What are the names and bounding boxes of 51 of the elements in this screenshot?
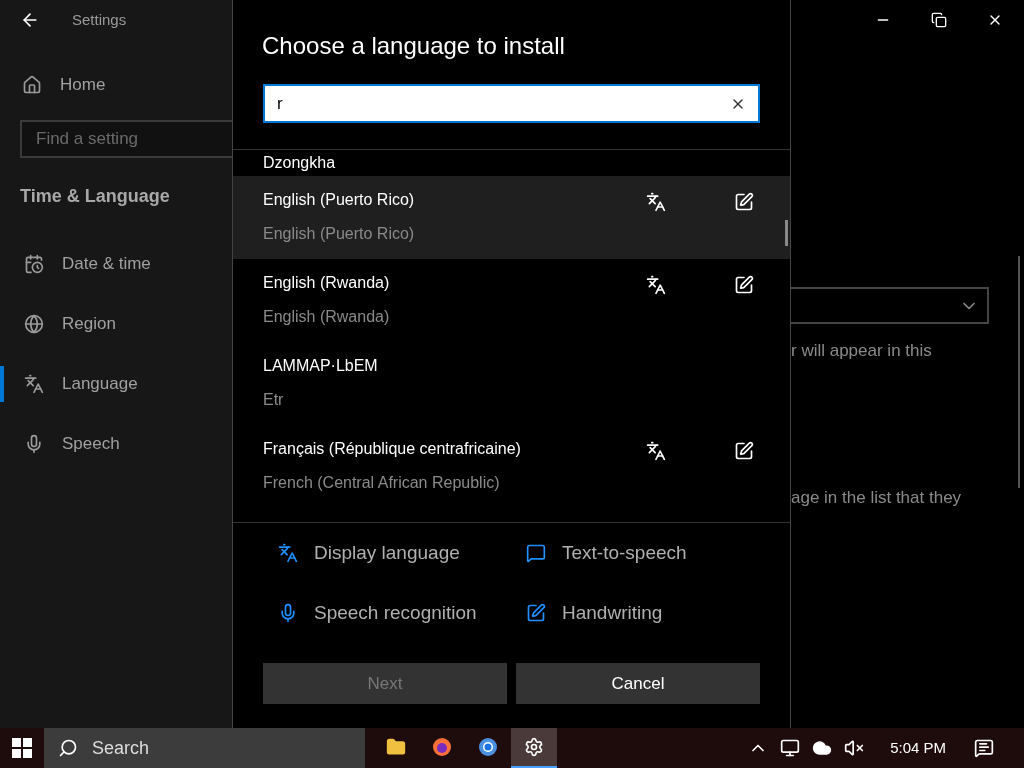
language-english-name: French (Central African Republic) bbox=[263, 473, 501, 493]
speech-bubble-icon bbox=[526, 543, 546, 564]
language-english-name: English (Puerto Rico) bbox=[263, 224, 416, 244]
taskbar-search-field[interactable]: Search bbox=[44, 728, 365, 768]
feature-label: Handwriting bbox=[562, 600, 663, 625]
section-heading: Time & Language bbox=[19, 184, 171, 208]
pen-icon bbox=[526, 602, 546, 623]
browser-circle-icon bbox=[478, 737, 498, 757]
taskbar-app[interactable] bbox=[511, 728, 557, 768]
language-english-name: English (Rwanda) bbox=[263, 307, 391, 327]
language-name: LAMMAP·LbEM bbox=[263, 356, 379, 376]
language-name: English (Puerto Rico) bbox=[263, 190, 416, 210]
scrollbar-thumb[interactable] bbox=[785, 220, 788, 246]
list-row[interactable]: English (Puerto Rico) English (Puerto Rico) bbox=[233, 176, 790, 259]
clock[interactable]: 5:04 PM bbox=[890, 736, 946, 760]
browser-fox-icon bbox=[432, 737, 452, 757]
language-search-field[interactable]: r bbox=[263, 84, 760, 123]
home-icon bbox=[22, 74, 42, 95]
description-text: r will appear in this bbox=[791, 340, 933, 362]
feature-label: Display language bbox=[314, 541, 460, 565]
microphone-icon bbox=[278, 602, 298, 623]
language-icon bbox=[278, 543, 298, 564]
language-icon bbox=[24, 373, 44, 394]
language-name: English (Rwanda) bbox=[263, 273, 391, 293]
window-title: Settings bbox=[72, 9, 127, 30]
notifications-icon[interactable] bbox=[974, 738, 994, 758]
home-link[interactable]: Home bbox=[0, 72, 232, 98]
nav-item[interactable]: Date & time bbox=[0, 245, 232, 282]
nav-item[interactable]: Speech bbox=[0, 425, 232, 462]
nav-item[interactable]: Region bbox=[0, 305, 232, 342]
settings-icon bbox=[524, 737, 544, 757]
dialog-title: Choose a language to install bbox=[261, 31, 566, 61]
folder-icon bbox=[386, 737, 406, 757]
network-icon[interactable] bbox=[780, 738, 801, 758]
calendar-clock-icon bbox=[24, 253, 44, 274]
feature-label: Text-to-speech bbox=[562, 541, 687, 565]
language-english-name: Etr bbox=[263, 390, 285, 410]
volume-muted-icon[interactable] bbox=[844, 738, 865, 758]
language-name: Dzongkha bbox=[263, 153, 337, 173]
language-name: Français (République centrafricaine) bbox=[263, 439, 522, 459]
microphone-icon bbox=[24, 433, 44, 454]
cloud-icon[interactable] bbox=[812, 738, 833, 758]
scrollbar[interactable] bbox=[1018, 255, 1020, 488]
feature-label: Speech recognition bbox=[314, 600, 477, 625]
restore-icon[interactable] bbox=[931, 12, 947, 28]
description-text: age in the list that they bbox=[791, 486, 963, 509]
find-setting-field[interactable]: Find a setting bbox=[20, 119, 232, 158]
globe-icon bbox=[24, 313, 44, 334]
cancel-button[interactable]: Cancel bbox=[516, 663, 760, 704]
windows-start-icon[interactable] bbox=[12, 738, 32, 758]
search-icon bbox=[58, 738, 78, 758]
